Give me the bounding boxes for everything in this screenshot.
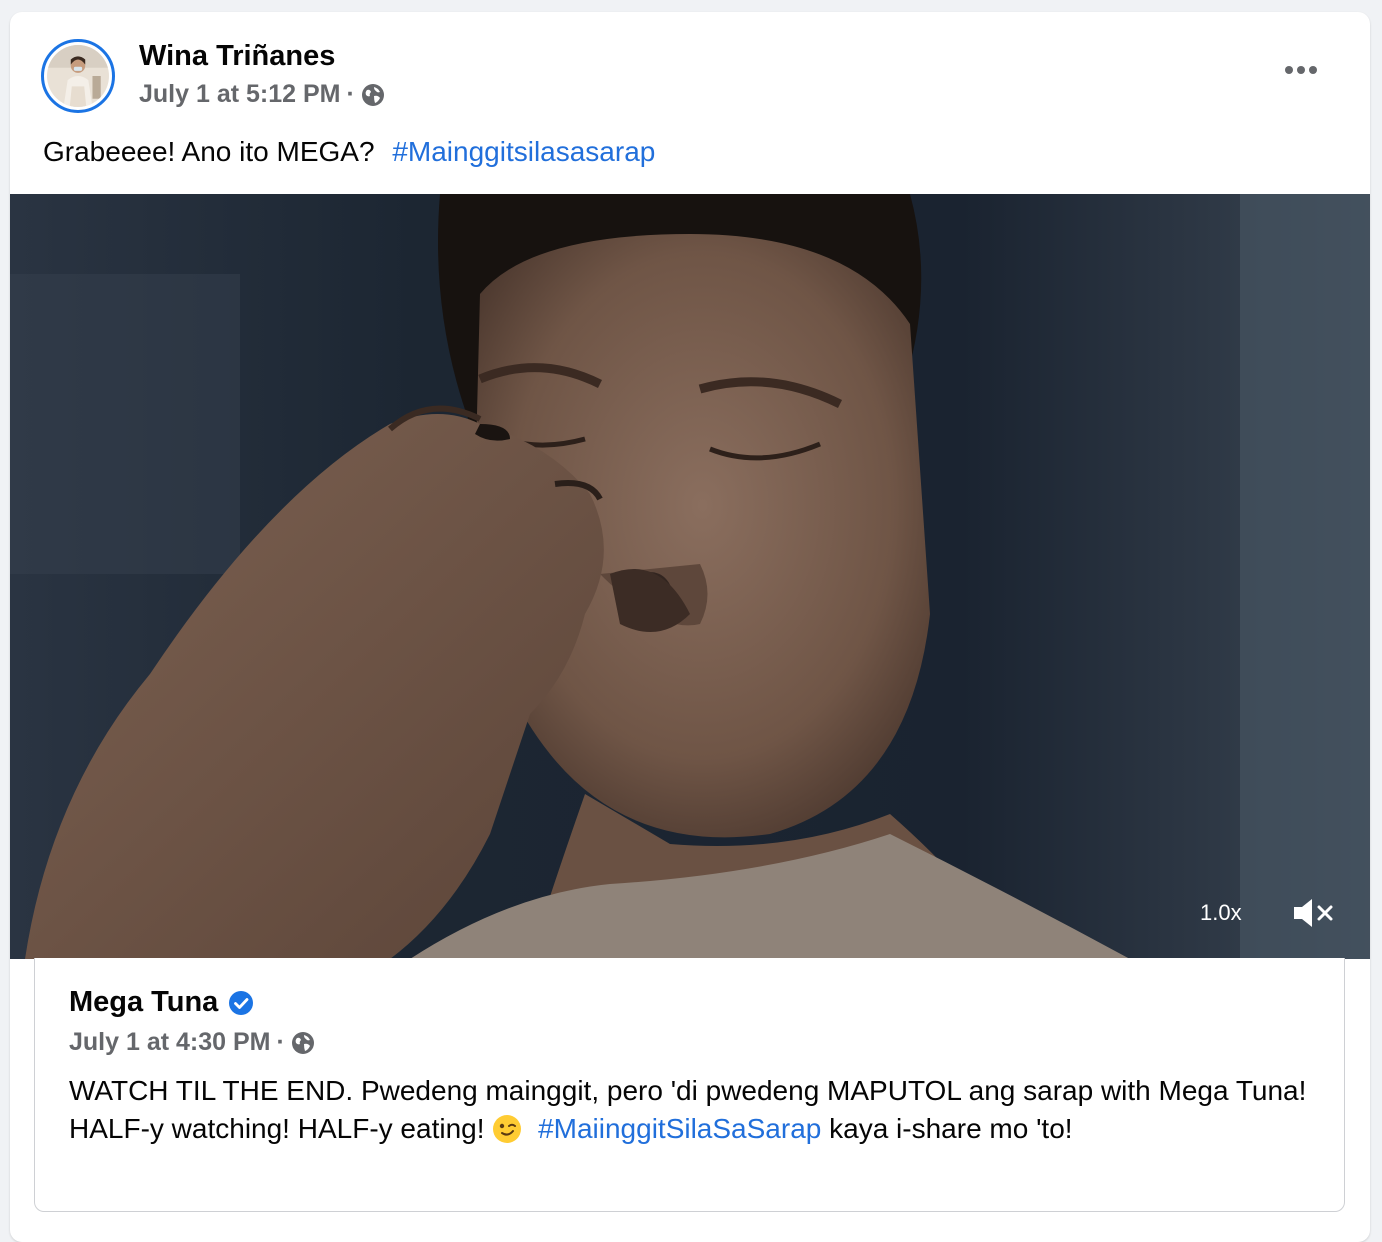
- winking-face-emoji: [493, 1115, 522, 1143]
- post-body: Grabeeee! Ano ito MEGA?: [43, 136, 375, 167]
- globe-icon[interactable]: [291, 1031, 315, 1055]
- post-text: Grabeeee! Ano ito MEGA? #Mainggitsilasas…: [43, 136, 655, 168]
- avatar-image: [47, 45, 109, 107]
- post-timestamp[interactable]: July 1 at 5:12 PM: [139, 80, 340, 109]
- shared-post-body-end: kaya i-share mo 'to!: [829, 1113, 1073, 1144]
- shared-post-timestamp[interactable]: July 1 at 4:30 PM: [69, 1028, 270, 1057]
- meta-separator: ·: [276, 1028, 285, 1056]
- shared-post-meta: July 1 at 4:30 PM ·: [69, 1028, 315, 1057]
- shared-post-text: WATCH TIL THE END. Pwedeng mainggit, per…: [69, 1072, 1309, 1148]
- post-card: Wina Triñanes July 1 at 5:12 PM · Grabee…: [10, 12, 1370, 1242]
- post-hashtag-link[interactable]: #Mainggitsilasasarap: [392, 136, 655, 167]
- shared-author-name[interactable]: Mega Tuna: [69, 986, 218, 1019]
- verified-badge-icon: [228, 990, 254, 1016]
- post-meta: July 1 at 5:12 PM ·: [139, 80, 385, 109]
- meta-separator: ·: [346, 80, 355, 108]
- author-name[interactable]: Wina Triñanes: [139, 40, 335, 73]
- playback-speed-button[interactable]: 1.0x: [1200, 900, 1242, 926]
- shared-hashtag-link[interactable]: #MaiinggitSilaSaSarap: [538, 1113, 821, 1144]
- shared-post-card[interactable]: Mega Tuna July 1 at 4:30 PM · WATCH TIL …: [34, 958, 1345, 1212]
- shared-post-author: Mega Tuna: [69, 986, 254, 1019]
- more-options-icon[interactable]: [1276, 50, 1326, 90]
- author-avatar[interactable]: [41, 39, 115, 113]
- video-frame: [10, 194, 1370, 959]
- video-player[interactable]: 1.0x: [10, 194, 1370, 959]
- volume-muted-icon[interactable]: [1292, 896, 1336, 930]
- globe-icon[interactable]: [361, 83, 385, 107]
